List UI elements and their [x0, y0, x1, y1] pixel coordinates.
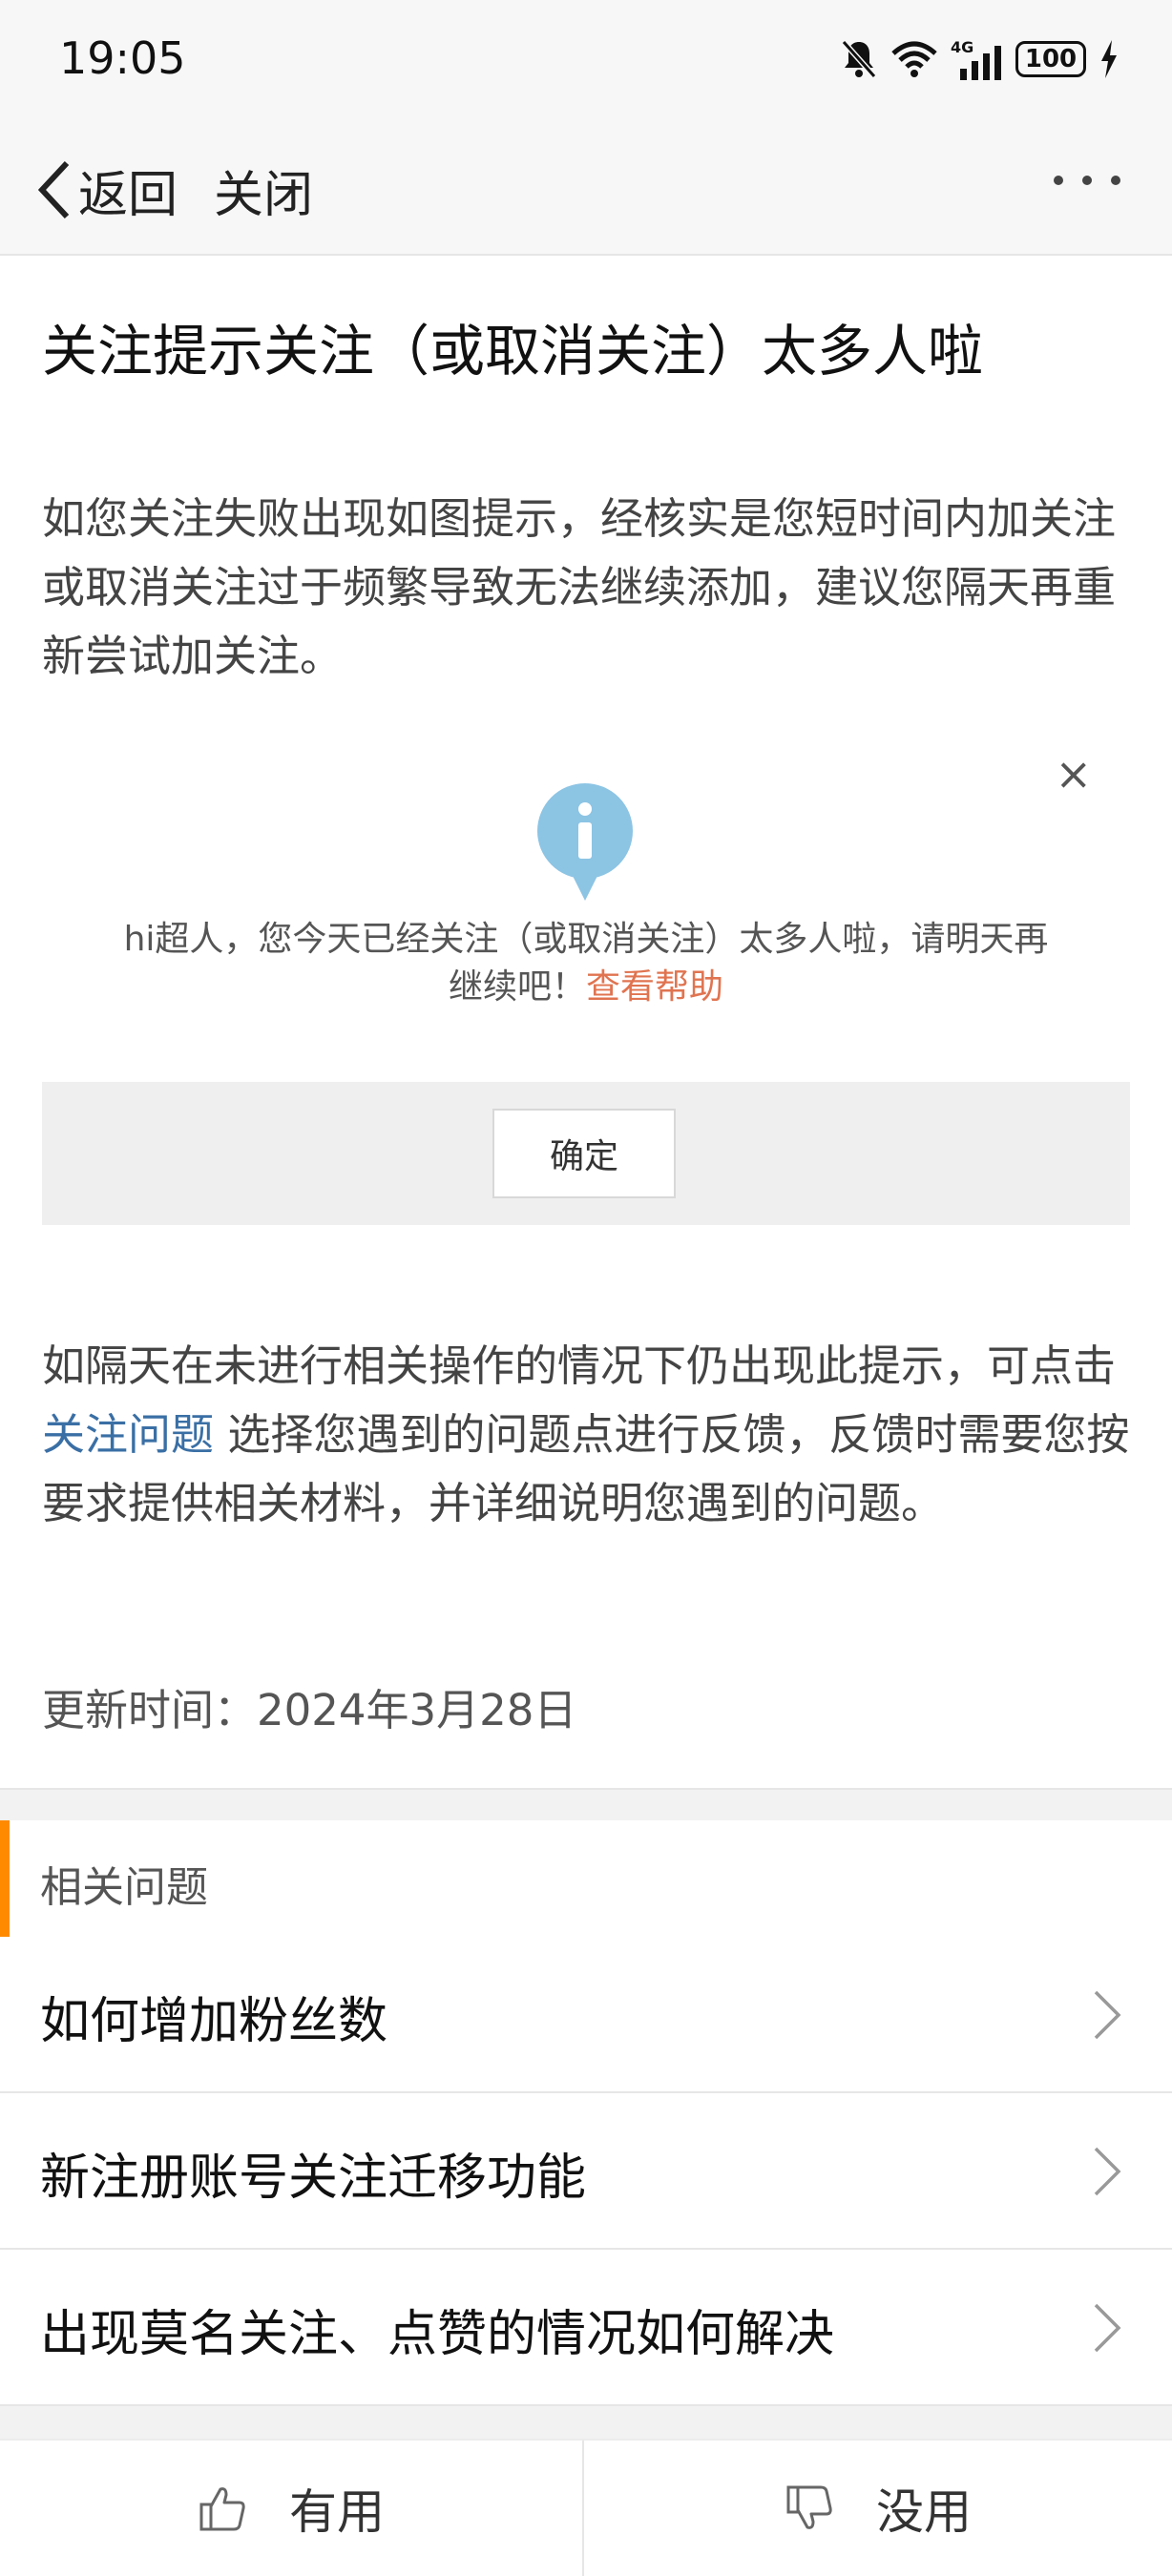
section-divider [0, 1788, 1172, 1820]
status-bar: 19:05 4G 100 [0, 0, 1172, 122]
dialog-footer: 确定 [42, 1082, 1130, 1225]
related-item[interactable]: 出现莫名关注、点赞的情况如何解决 [0, 2250, 1172, 2406]
dialog-illustration: × hi超人，您今天已经关注（或取消关注）太多人啦，请明天再继续吧！查看帮助 确… [42, 725, 1130, 1225]
more-dot-icon [1054, 176, 1063, 185]
followup-text-before: 如隔天在未进行相关操作的情况下仍出现此提示，可点击 [42, 1340, 1117, 1391]
chevron-right-icon [1094, 1990, 1121, 2040]
article-intro: 如您关注失败出现如图提示，经核实是您短时间内加关注或取消关注过于频繁导致无法继续… [42, 493, 1117, 681]
info-icon [537, 783, 633, 901]
dialog-ok-button: 确定 [492, 1109, 676, 1198]
related-accent-bar [0, 1820, 10, 1937]
more-dot-icon [1111, 176, 1120, 185]
related-item[interactable]: 如何增加粉丝数 [0, 1937, 1172, 2093]
chevron-right-icon [1094, 2303, 1121, 2353]
thumbs-down-icon [786, 2485, 832, 2529]
article-title: 关注提示关注（或取消关注）太多人啦 [42, 319, 984, 384]
related-item-label: 出现莫名关注、点赞的情况如何解决 [40, 2306, 835, 2363]
related-header: 相关问题 [0, 1820, 1172, 1937]
related-item-label: 如何增加粉丝数 [40, 1993, 388, 2050]
mute-bell-icon [841, 40, 877, 78]
chevron-right-icon [1094, 2147, 1121, 2196]
follow-issue-link[interactable]: 关注问题 [42, 1409, 214, 1460]
nav-bar: 返回 关闭 [0, 122, 1172, 256]
update-time: 更新时间：2024年3月28日 [42, 1685, 577, 1735]
chevron-left-icon [37, 160, 70, 219]
battery-level: 100 [1024, 45, 1078, 73]
charging-icon [1101, 40, 1117, 78]
wifi-icon [891, 41, 937, 77]
battery-icon: 100 [1015, 41, 1086, 77]
useless-button[interactable]: 没用 [586, 2441, 1170, 2576]
related-item[interactable]: 新注册账号关注迁移功能 [0, 2093, 1172, 2250]
more-menu-button[interactable] [1054, 176, 1120, 185]
feedback-bar: 有用 没用 [0, 2439, 1172, 2576]
status-time: 19:05 [59, 32, 186, 84]
dialog-close-icon: × [1055, 748, 1092, 800]
related-item-label: 新注册账号关注迁移功能 [40, 2150, 587, 2207]
useless-label: 没用 [876, 2484, 972, 2540]
back-label: 返回 [78, 166, 178, 224]
thumbs-up-icon [199, 2487, 245, 2531]
status-icons: 4G 100 [840, 34, 1119, 84]
useful-button[interactable]: 有用 [0, 2441, 584, 2576]
close-button[interactable]: 关闭 [214, 156, 313, 224]
useful-label: 有用 [289, 2484, 385, 2540]
more-dot-icon [1082, 176, 1092, 185]
dialog-message: hi超人，您今天已经关注（或取消关注）太多人啦，请明天再继续吧！查看帮助 [118, 916, 1054, 1011]
back-button[interactable]: 返回 [36, 156, 178, 224]
related-title: 相关问题 [40, 1863, 208, 1912]
dialog-help-link: 查看帮助 [586, 967, 724, 1007]
section-divider [0, 2406, 1172, 2439]
signal-icon: 4G [951, 38, 1002, 80]
article-followup: 如隔天在未进行相关操作的情况下仍出现此提示，可点击 关注问题 选择您遇到的问题点… [42, 1332, 1130, 1538]
